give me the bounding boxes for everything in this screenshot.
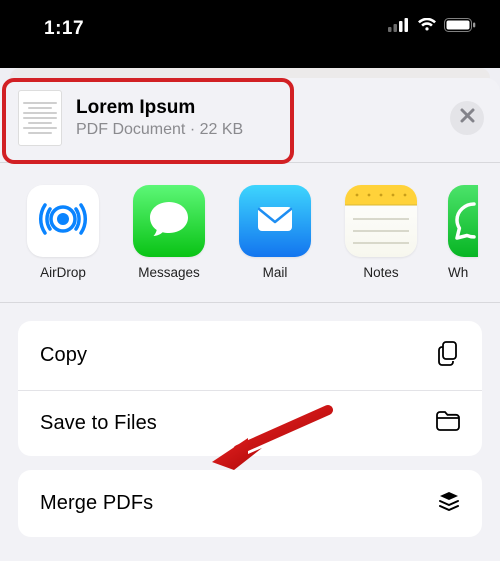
messages-icon (144, 194, 194, 249)
airdrop-icon (37, 193, 89, 250)
action-label: Save to Files (40, 412, 157, 435)
action-label: Merge PDFs (40, 492, 153, 515)
document-thumbnail[interactable] (18, 90, 62, 146)
action-copy[interactable]: Copy (18, 321, 482, 390)
stack-icon (436, 488, 462, 519)
app-notes[interactable]: Notes (342, 185, 420, 280)
action-merge-pdfs[interactable]: Merge PDFs (18, 470, 482, 537)
notes-icon (345, 185, 417, 257)
share-apps-row[interactable]: AirDrop Messages Mail (0, 163, 500, 302)
battery-icon (444, 18, 476, 37)
app-mail[interactable]: Mail (236, 185, 314, 280)
close-button[interactable] (450, 101, 484, 135)
app-label: AirDrop (40, 265, 86, 280)
folder-icon (434, 409, 462, 438)
status-bar: 1:17 (0, 0, 500, 68)
actions-group-1: Copy Save to Files (18, 321, 482, 456)
app-label: Notes (363, 265, 398, 280)
cellular-icon (388, 18, 410, 37)
app-airdrop[interactable]: AirDrop (24, 185, 102, 280)
status-indicators (388, 18, 476, 37)
app-label: Messages (138, 265, 200, 280)
status-time: 1:17 (44, 18, 84, 40)
app-whatsapp[interactable]: Wh (448, 185, 478, 280)
action-save-to-files[interactable]: Save to Files (18, 390, 482, 456)
divider (0, 302, 500, 303)
background-card (10, 68, 490, 78)
action-label: Copy (40, 344, 87, 367)
whatsapp-icon (448, 194, 478, 249)
document-info: Lorem Ipsum PDF Document · 22 KB (76, 97, 436, 139)
actions-group-2: Merge PDFs (18, 470, 482, 537)
document-subtitle: PDF Document · 22 KB (76, 121, 436, 139)
document-title: Lorem Ipsum (76, 97, 436, 120)
copy-icon (434, 339, 462, 372)
close-icon (460, 108, 475, 128)
app-label: Wh (448, 265, 478, 280)
app-messages[interactable]: Messages (130, 185, 208, 280)
mail-icon (250, 194, 300, 249)
wifi-icon (417, 18, 437, 37)
share-sheet: Lorem Ipsum PDF Document · 22 KB (0, 78, 500, 561)
app-label: Mail (263, 265, 288, 280)
document-header: Lorem Ipsum PDF Document · 22 KB (0, 84, 500, 162)
